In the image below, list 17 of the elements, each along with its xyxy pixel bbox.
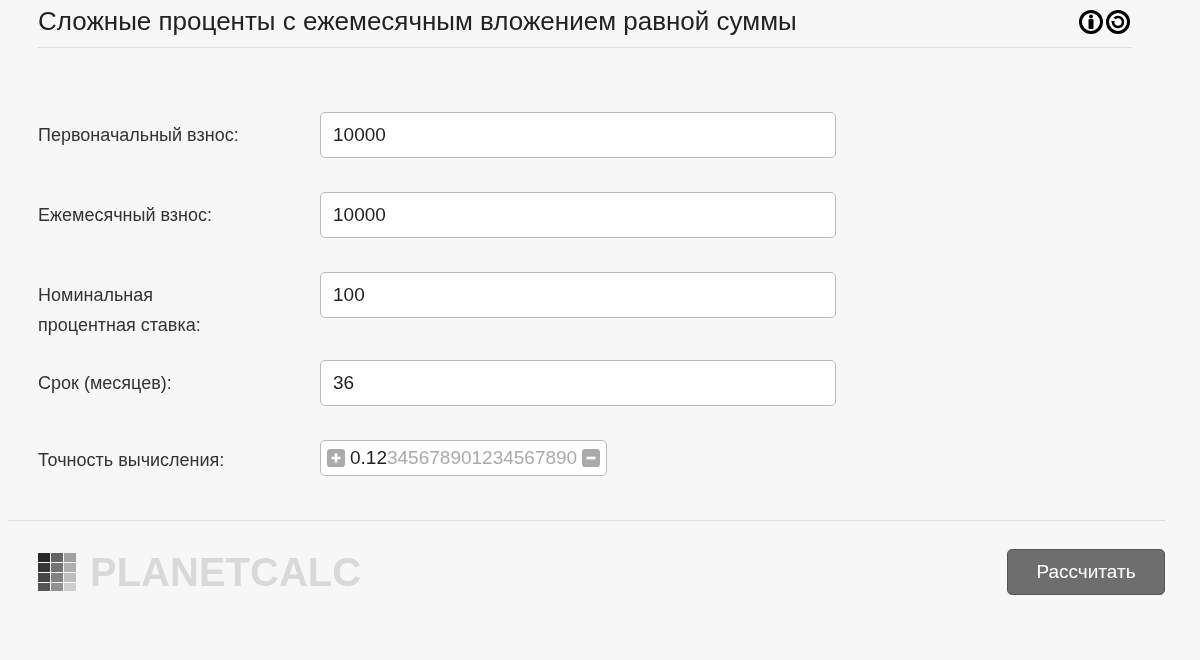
input-field[interactable]: 100 — [320, 272, 836, 318]
precision-value: 0.12345678901234567890 — [350, 447, 578, 469]
minus-icon[interactable] — [582, 449, 601, 467]
calculate-button[interactable]: Рассчитать — [1007, 549, 1165, 595]
input-field[interactable]: 36 — [320, 360, 836, 406]
precision-control[interactable]: 0.12345678901234567890 — [320, 440, 608, 476]
field-label: Срок (месяцев): — [38, 372, 173, 395]
page-title: Сложные проценты с ежемесячным вложением равной суммы — [38, 6, 797, 37]
plus-icon[interactable] — [327, 449, 345, 467]
grid-logo-icon — [38, 553, 76, 591]
input-field[interactable]: 10000 — [320, 192, 836, 238]
license-icons — [1078, 8, 1132, 35]
field-label: Номинальная процентная ставка: — [38, 284, 202, 337]
field-label: Ежемесячный взнос: — [38, 204, 214, 227]
field-label: Точность вычисления: — [38, 449, 226, 472]
field-label: Первоначальный взнос: — [38, 124, 240, 147]
input-field[interactable]: 10000 — [320, 112, 836, 158]
